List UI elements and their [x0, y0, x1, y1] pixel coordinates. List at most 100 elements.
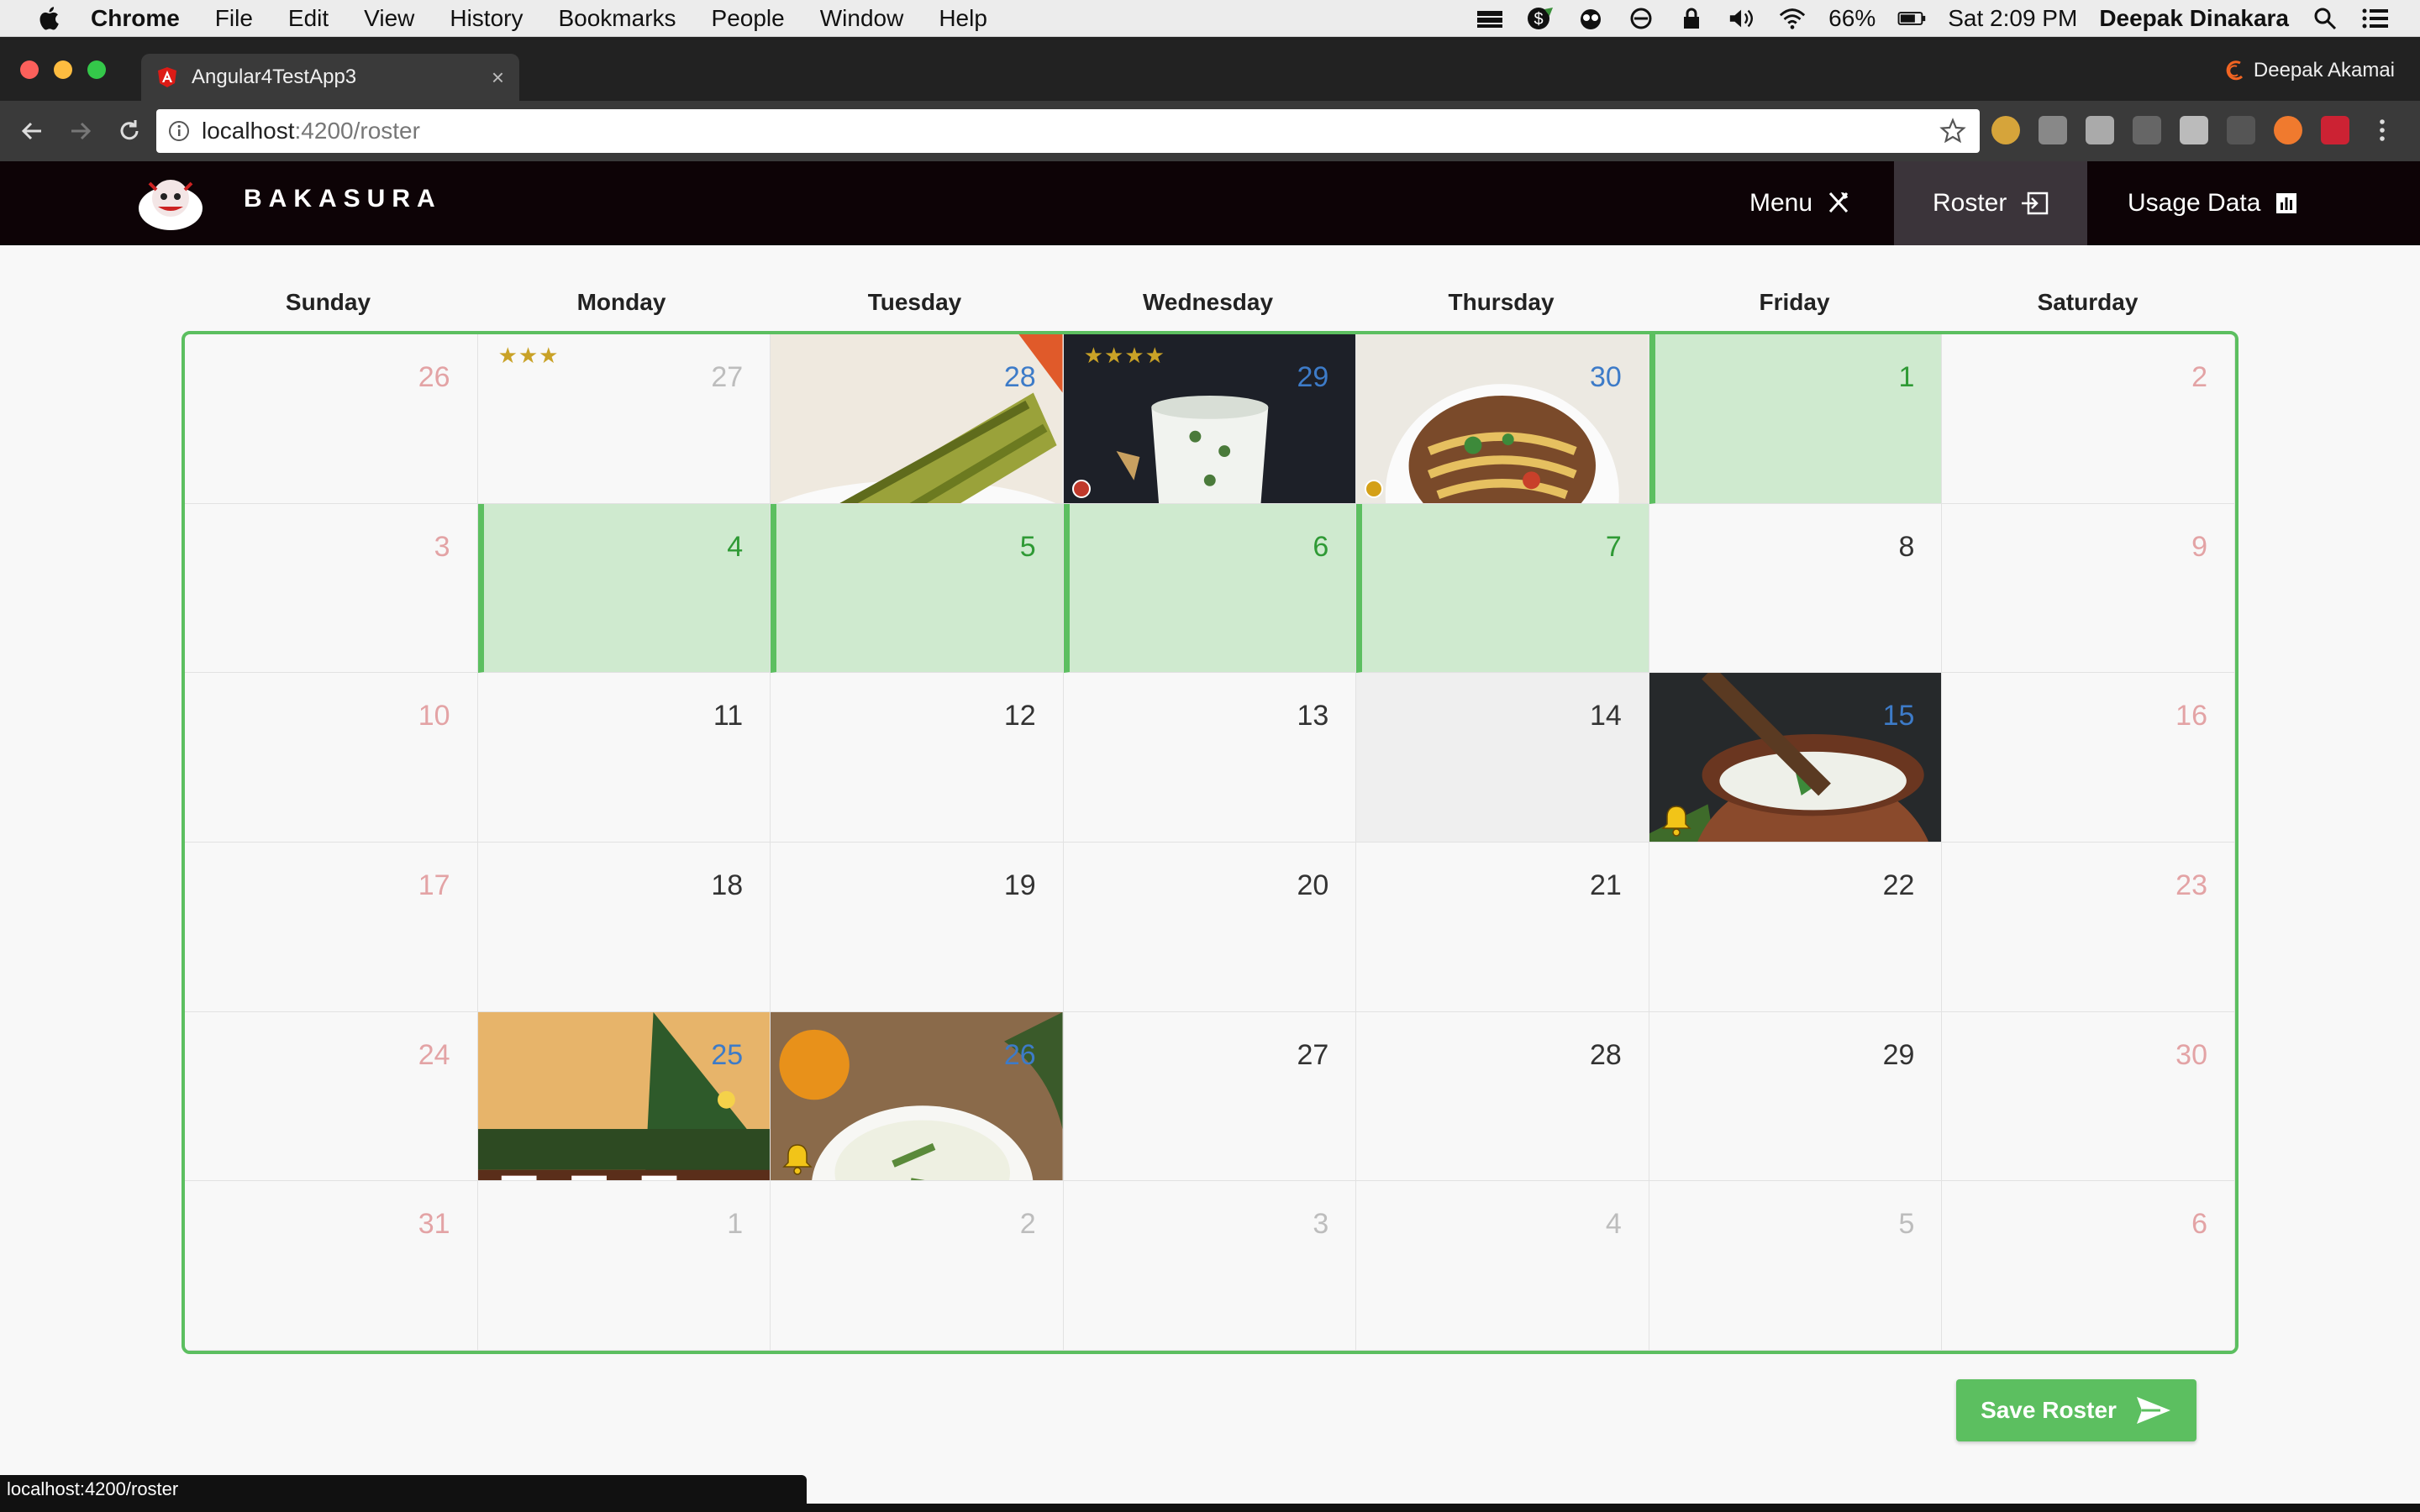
calendar-day-cell[interactable]: 5	[1649, 1181, 1943, 1351]
calendar-day-cell[interactable]: 30	[1942, 1011, 2235, 1182]
notification-center-icon[interactable]	[2361, 6, 2390, 31]
extension-taco-icon[interactable]	[1991, 116, 2020, 144]
forward-icon[interactable]	[64, 114, 97, 148]
nav-usage-data-link[interactable]: Usage Data	[2089, 161, 2338, 245]
calendar-day-cell[interactable]: 3	[185, 503, 478, 674]
extension-orange-icon[interactable]	[2274, 116, 2302, 144]
wifi-icon[interactable]	[1778, 6, 1807, 31]
calendar-day-cell[interactable]: 28	[1356, 1011, 1649, 1182]
bell-icon[interactable]	[781, 1142, 814, 1176]
window-minimize-button[interactable]	[54, 60, 72, 79]
calendar-day-cell[interactable]: 12	[771, 673, 1064, 843]
menu-bookmarks[interactable]: Bookmarks	[558, 5, 676, 32]
window-bottom-edge	[0, 1504, 2420, 1512]
volume-icon[interactable]	[1728, 6, 1756, 31]
calendar-day-cell[interactable]: 9	[1942, 503, 2235, 674]
calendar-day-cell[interactable]: 26	[771, 1011, 1064, 1182]
menu-window[interactable]: Window	[820, 5, 904, 32]
calendar-day-cell[interactable]: 16	[1942, 673, 2235, 843]
calendar-day-cell[interactable]: 27 ★★★	[477, 334, 771, 504]
calendar-day-cell[interactable]: 24	[185, 1011, 478, 1182]
calendar-day-cell[interactable]: 26	[185, 334, 478, 504]
menu-history[interactable]: History	[450, 5, 523, 32]
extension-red-icon[interactable]	[2321, 116, 2349, 144]
save-roster-button[interactable]: Save Roster	[1956, 1379, 2196, 1441]
calendar-day-cell[interactable]: 6	[1063, 503, 1357, 674]
nav-roster-link[interactable]: Roster	[1894, 161, 2088, 245]
calendar-day-cell[interactable]: 15	[1649, 673, 1943, 843]
bookmark-star-icon[interactable]	[1939, 118, 1966, 144]
menu-app-name[interactable]: Chrome	[91, 5, 180, 32]
calendar-day-cell[interactable]: 17	[185, 843, 478, 1012]
calendar-day-cell[interactable]: 2	[771, 1181, 1064, 1351]
calendar-day-cell[interactable]: 14	[1356, 673, 1649, 843]
calendar-day-cell[interactable]: 28	[771, 334, 1064, 504]
calendar-day-cell[interactable]: 10	[185, 673, 478, 843]
calendar-day-cell[interactable]: 20	[1063, 843, 1357, 1012]
calendar-day-cell[interactable]: 22	[1649, 843, 1943, 1012]
calendar-day-cell[interactable]: 6	[1942, 1181, 2235, 1351]
calendar-day-cell[interactable]: 18	[477, 843, 771, 1012]
menu-people[interactable]: People	[712, 5, 785, 32]
tab-close-icon[interactable]: ×	[492, 65, 504, 91]
lock-icon[interactable]	[1677, 6, 1706, 31]
calendar-day-cell[interactable]: 8	[1649, 503, 1943, 674]
brand-name[interactable]: BAKASURA	[244, 185, 442, 213]
calendar-day-cell[interactable]: 1	[1649, 334, 1943, 504]
site-info-icon[interactable]	[168, 120, 190, 142]
calendar-day-cell[interactable]: 4	[477, 503, 771, 674]
owl-icon[interactable]	[1576, 6, 1605, 31]
apple-icon[interactable]	[34, 5, 67, 32]
stack-icon[interactable]	[1476, 6, 1504, 31]
calendar-day-cell[interactable]: 25	[477, 1011, 771, 1182]
extension-angular-icon[interactable]	[2086, 116, 2114, 144]
dollar-icon[interactable]: $	[1526, 6, 1555, 31]
battery-icon[interactable]	[1897, 6, 1926, 31]
menu-edit[interactable]: Edit	[288, 5, 329, 32]
menu-bar-clock[interactable]: Sat 2:09 PM	[1948, 5, 2077, 32]
day-number: 21	[1590, 869, 1622, 901]
calendar-day-cell[interactable]: 29	[1649, 1011, 1943, 1182]
calendar-day-cell[interactable]: 21	[1356, 843, 1649, 1012]
calendar-day-cell[interactable]: 31	[185, 1181, 478, 1351]
calendar-day-cell[interactable]: 23	[1942, 843, 2235, 1012]
sign-in-icon	[2022, 192, 2049, 215]
menu-bar-user[interactable]: Deepak Dinakara	[2099, 5, 2289, 32]
window-zoom-button[interactable]	[87, 60, 106, 79]
menu-help[interactable]: Help	[939, 5, 987, 32]
extension-a-icon[interactable]	[2039, 116, 2067, 144]
day-number: 28	[1003, 361, 1036, 393]
spotlight-search-icon[interactable]	[2311, 6, 2339, 31]
bakasura-logo-icon[interactable]	[133, 173, 208, 234]
bell-icon[interactable]	[1660, 803, 1693, 837]
window-close-button[interactable]	[20, 60, 39, 79]
day-number: 4	[727, 530, 744, 563]
calendar-day-cell[interactable]: 13	[1063, 673, 1357, 843]
back-icon[interactable]	[15, 114, 49, 148]
profile-button[interactable]: Deepak Akamai	[2223, 59, 2395, 82]
status-dot	[1365, 479, 1384, 498]
extension-eyedropper-icon[interactable]	[2133, 116, 2161, 144]
browser-tab[interactable]: Angular4TestApp3 ×	[141, 54, 519, 101]
calendar-day-cell[interactable]: 11	[477, 673, 771, 843]
calendar-day-cell[interactable]: 3	[1063, 1181, 1357, 1351]
extension-box-icon[interactable]	[2180, 116, 2208, 144]
nav-menu-link[interactable]: Menu	[1711, 161, 1890, 245]
calendar-day-cell[interactable]: 30	[1356, 334, 1649, 504]
do-not-disturb-icon[interactable]	[1627, 6, 1655, 31]
calendar-day-cell[interactable]: 29 ★★★★	[1063, 334, 1357, 504]
bar-chart-icon	[2276, 193, 2297, 213]
extension-json-icon[interactable]	[2227, 116, 2255, 144]
address-bar[interactable]: localhost:4200/roster	[156, 109, 1980, 153]
calendar-day-cell[interactable]: 2	[1942, 334, 2235, 504]
calendar-day-cell[interactable]: 5	[771, 503, 1064, 674]
calendar-day-cell[interactable]: 19	[771, 843, 1064, 1012]
chrome-menu-icon[interactable]	[2368, 116, 2396, 144]
calendar-day-cell[interactable]: 4	[1356, 1181, 1649, 1351]
menu-view[interactable]: View	[364, 5, 414, 32]
calendar-day-cell[interactable]: 27	[1063, 1011, 1357, 1182]
calendar-day-cell[interactable]: 1	[477, 1181, 771, 1351]
reload-icon[interactable]	[113, 114, 146, 148]
menu-file[interactable]: File	[215, 5, 253, 32]
calendar-day-cell[interactable]: 7	[1356, 503, 1649, 674]
